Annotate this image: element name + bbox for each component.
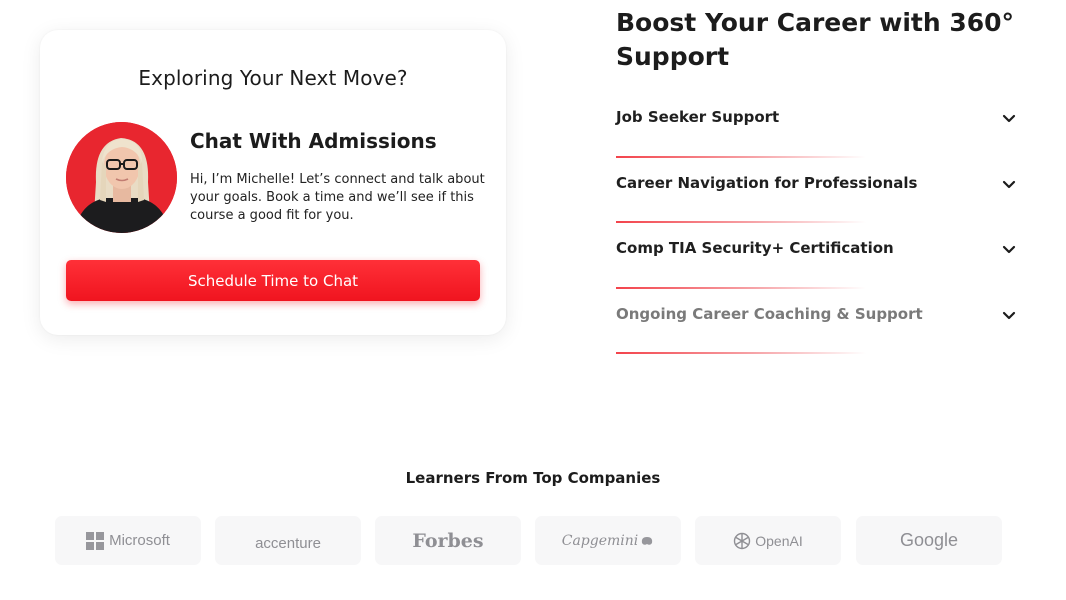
accordion-label: Career Navigation for Professionals — [616, 173, 918, 192]
accordion-label: Comp TIA Security+ Certification — [616, 239, 894, 257]
google-logo: Google — [856, 516, 1002, 565]
microsoft-logo: Microsoft — [55, 516, 201, 565]
microsoft-grid-icon — [86, 531, 105, 550]
chevron-down-icon[interactable] — [1002, 180, 1016, 190]
forbes-logo: Forbes — [375, 516, 521, 565]
openai-knot-icon — [734, 532, 751, 549]
chat-description: Hi, I’m Michelle! Let’s connect and talk… — [190, 172, 485, 223]
logo-name: OpenAI — [755, 532, 803, 549]
schedule-chat-button[interactable]: Schedule Time to Chat — [66, 260, 480, 301]
accordion-item-career-navigation[interactable]: Career Navigation for Professionals — [616, 158, 1022, 223]
accenture-logo: accenture — [215, 516, 361, 565]
career-accordion: Job Seeker Support Career Navigation for… — [616, 92, 1022, 354]
accordion-label: Job Seeker Support — [616, 108, 780, 126]
openai-logo: OpenAI — [695, 516, 841, 565]
chat-admissions-card: Exploring Your Next Move? Chat With Admi… — [40, 30, 506, 335]
chat-heading: Chat With Admissions — [190, 129, 437, 153]
advisor-avatar — [66, 122, 177, 233]
chevron-down-icon[interactable] — [1002, 114, 1016, 124]
chevron-down-icon[interactable] — [1002, 245, 1016, 255]
accordion-label: Ongoing Career Coaching & Support — [616, 304, 923, 323]
logo-name: Microsoft — [109, 532, 170, 549]
chevron-down-icon[interactable] — [1002, 311, 1016, 321]
logo-name: Google — [899, 530, 959, 550]
companies-title: Learners From Top Companies — [405, 469, 661, 487]
logo-name: Forbes — [412, 529, 484, 552]
accordion-item-ongoing-coaching[interactable]: Ongoing Career Coaching & Support — [616, 289, 1022, 354]
accordion-divider — [616, 352, 866, 354]
card-title: Exploring Your Next Move? — [138, 66, 408, 90]
section-title: Boost Your Career with 360° Support — [616, 8, 1015, 71]
accordion-item-job-seeker[interactable]: Job Seeker Support — [616, 92, 1022, 158]
accordion-item-comptia[interactable]: Comp TIA Security+ Certification — [616, 223, 1022, 289]
capgemini-logo: Capgemini — [535, 516, 681, 565]
logo-name: accenture — [255, 535, 321, 552]
capgemini-spade-icon — [642, 536, 653, 545]
logo-name: Capgemini — [561, 532, 639, 549]
